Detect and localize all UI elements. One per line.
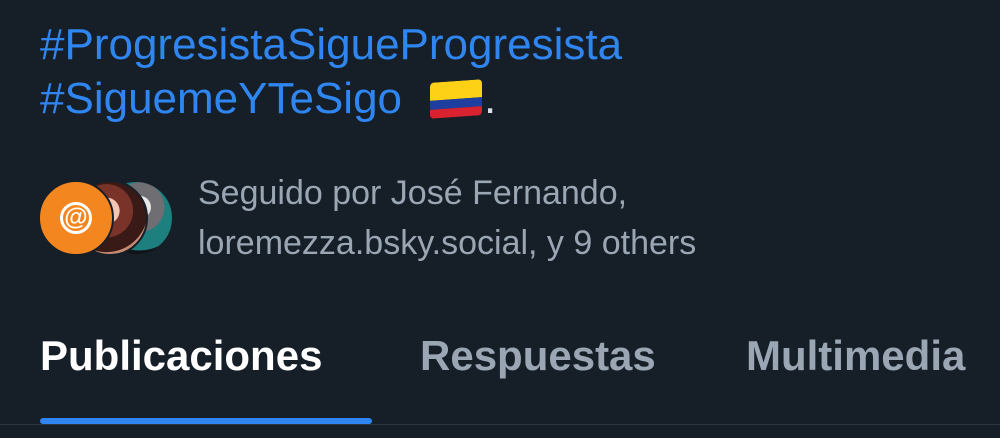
avatar: @ [38, 180, 114, 256]
profile-bio: #ProgresistaSigueProgresista #SiguemeYTe… [40, 18, 622, 126]
followed-by-section[interactable]: @ Seguido por José Fernando, loremezza.b… [38, 168, 978, 268]
profile-tabs: Publicaciones Respuestas Multimedia [0, 320, 1000, 438]
followed-by-text[interactable]: Seguido por José Fernando, loremezza.bsk… [198, 168, 696, 268]
hashtag-link-progresista[interactable]: #ProgresistaSigueProgresista [40, 20, 622, 69]
followed-by-line-2: loremezza.bsky.social, y 9 others [198, 224, 697, 262]
colombia-flag-icon [430, 79, 483, 119]
followed-by-line-1: Seguido por José Fernando, [198, 174, 628, 212]
bio-line-2: #SiguemeYTeSigo. [40, 72, 622, 126]
tabs-divider [0, 424, 1000, 425]
bio-line-1: #ProgresistaSigueProgresista [40, 18, 622, 72]
hashtag-link-siguemeytesigo[interactable]: #SiguemeYTeSigo [40, 74, 402, 123]
bio-period: . [484, 74, 497, 123]
tab-respuestas[interactable]: Respuestas [420, 332, 656, 380]
at-sign-icon: @ [60, 202, 92, 234]
tab-multimedia[interactable]: Multimedia [746, 332, 965, 380]
tab-publicaciones[interactable]: Publicaciones [40, 332, 322, 380]
follower-avatars[interactable]: @ [38, 180, 178, 256]
